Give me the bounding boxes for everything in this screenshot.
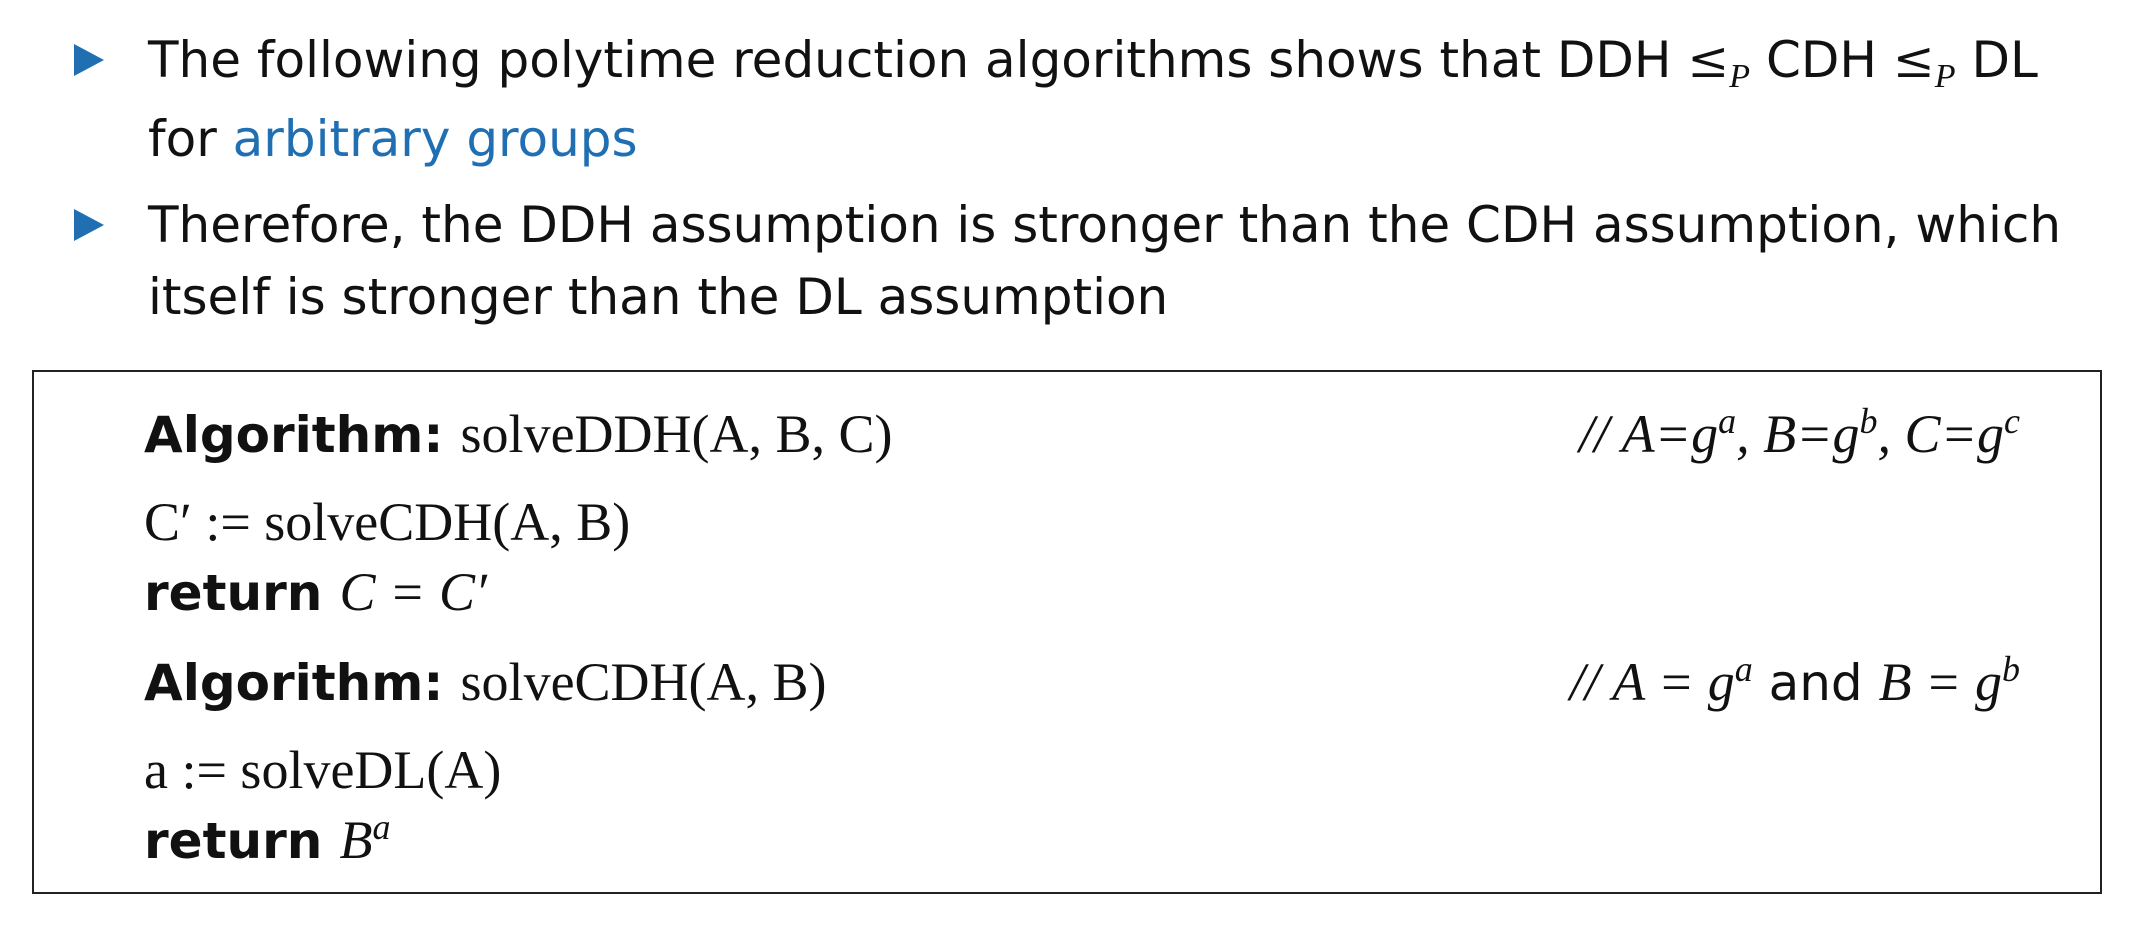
bullet-triangle-icon: [74, 44, 104, 76]
bullet-text-1d: for: [148, 110, 233, 168]
algo1-return-keyword: return: [144, 564, 323, 622]
algo1-signature: solveDDH(A, B, C): [460, 404, 893, 464]
algorithm-box: Algorithm: solveDDH(A, B, C) // A=ga, B=…: [32, 370, 2102, 894]
algo2-signature: solveCDH(A, B): [460, 652, 827, 712]
algo2-return-exponent: a: [372, 807, 391, 847]
algo2-return: return Ba: [144, 808, 2020, 872]
arbitrary-groups-link[interactable]: arbitrary groups: [233, 110, 638, 168]
algo2-step1: a := solveDL(A): [144, 740, 502, 800]
le-subscript: P: [1729, 58, 1751, 95]
algo1-return-expr: C = C′: [339, 562, 487, 622]
bullet-text-1a: The following polytime reduction algorit…: [148, 31, 1688, 89]
bullet-triangle-icon: [74, 209, 104, 241]
bullet-text-2a: Therefore, the DDH assumption is stronge…: [148, 196, 2062, 254]
bullet-text-1c: DL: [1955, 31, 2038, 89]
le-symbol: ≤: [1687, 31, 1730, 89]
bullet-list: The following polytime reduction algorit…: [74, 24, 2074, 347]
algo2-comment: // A = ga and B = gb: [1569, 649, 2020, 712]
algo2-keyword: Algorithm:: [144, 654, 444, 712]
algo1-keyword: Algorithm:: [144, 406, 444, 464]
algo2-header: Algorithm: solveCDH(A, B) // A = ga and …: [144, 650, 2020, 714]
algo1-return: return C = C′: [144, 560, 2020, 624]
bullet-item-reductions: The following polytime reduction algorit…: [74, 24, 2074, 175]
bullet-item-assumptions: Therefore, the DDH assumption is stronge…: [74, 189, 2074, 333]
bullet-text-2b: itself is stronger than the DL assumptio…: [148, 268, 1169, 326]
algo2-return-base: B: [339, 810, 373, 870]
algo1-comment: // A=ga, B=gb, C=gc: [1579, 401, 2020, 464]
le-symbol-2: ≤: [1892, 31, 1935, 89]
le-subscript-2: P: [1934, 58, 1956, 95]
bullet-text-1b: CDH: [1750, 31, 1893, 89]
algo2-return-keyword: return: [144, 812, 323, 870]
algo1-header: Algorithm: solveDDH(A, B, C) // A=ga, B=…: [144, 402, 2020, 466]
algo1-step1: C′ := solveCDH(A, B): [144, 492, 631, 552]
